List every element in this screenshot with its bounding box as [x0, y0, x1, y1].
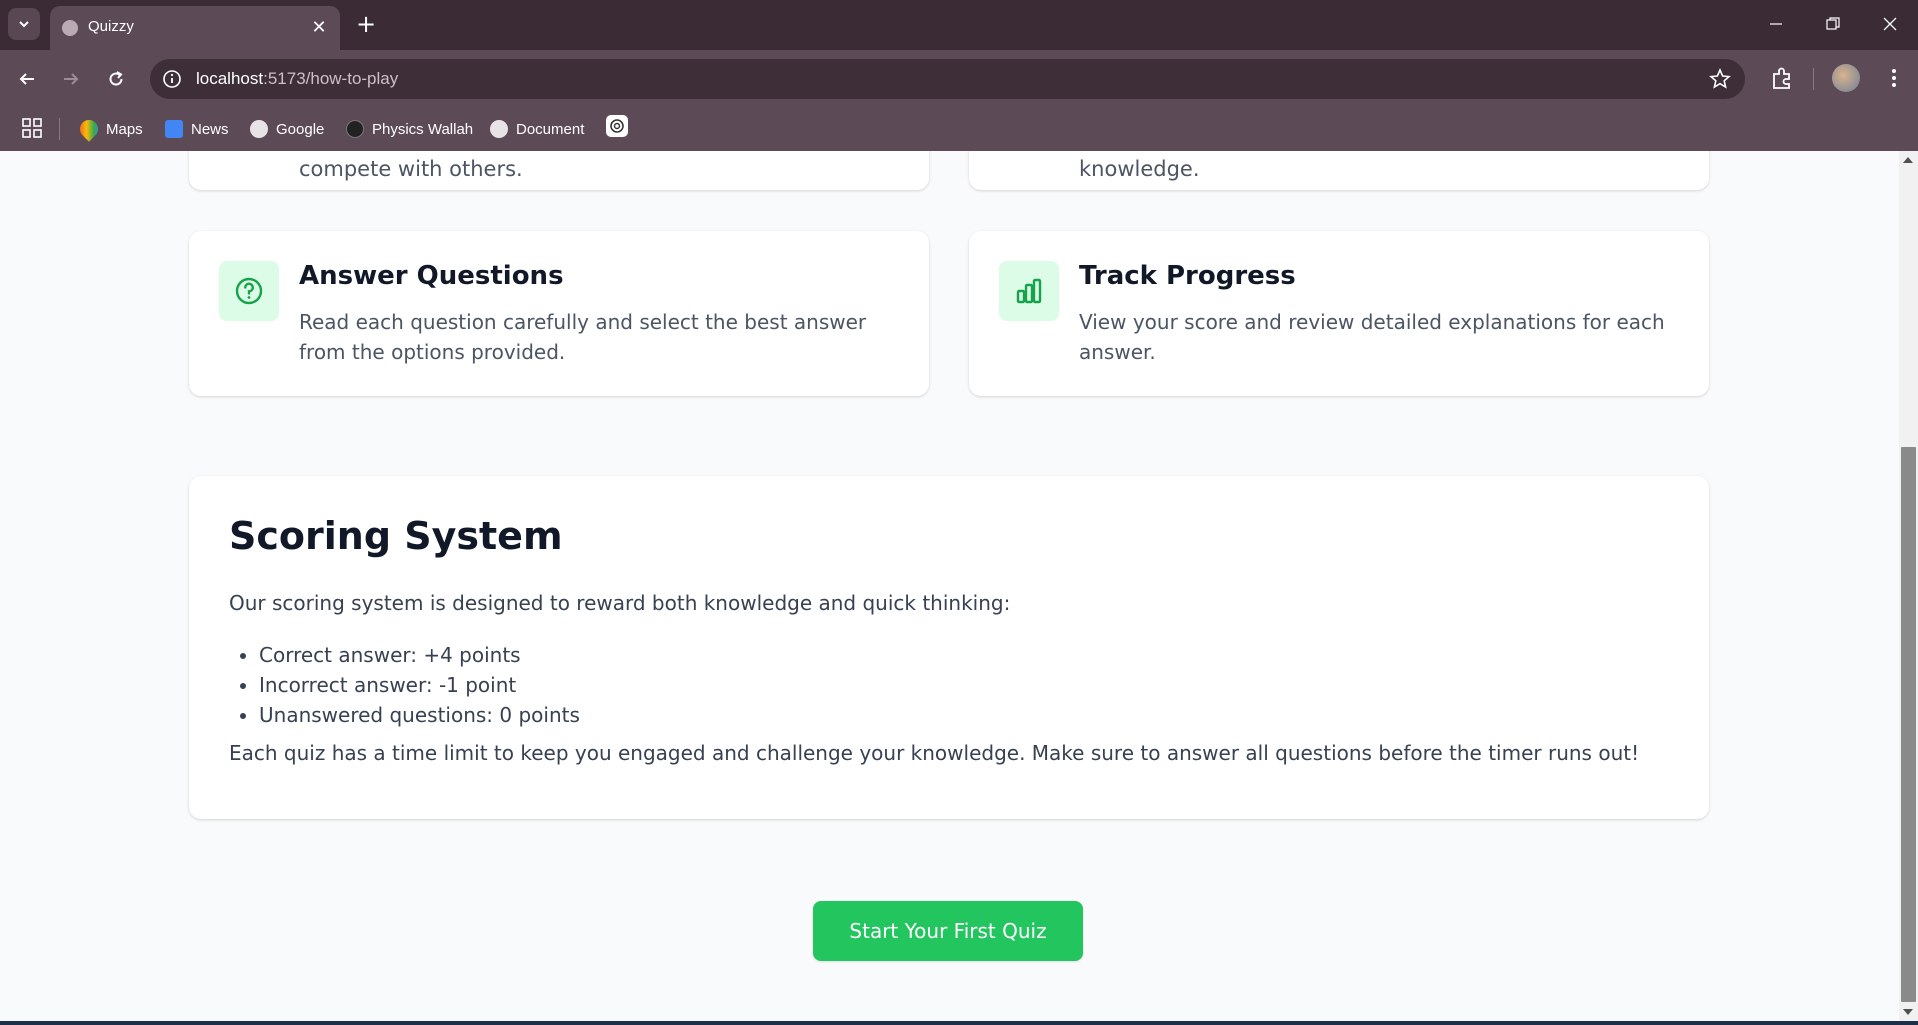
tab-search-button[interactable]	[8, 8, 40, 40]
scoring-rule: Correct answer: +4 points	[259, 640, 580, 670]
scoring-rule: Incorrect answer: -1 point	[259, 670, 580, 700]
step-icon-box	[999, 261, 1059, 321]
bookmark-document[interactable]: Document	[490, 117, 584, 141]
bookmark-label: Maps	[106, 120, 143, 138]
question-circle-icon	[235, 277, 263, 305]
site-info-icon[interactable]	[162, 69, 182, 89]
step-card-answer-questions: Answer Questions Read each question care…	[189, 231, 929, 396]
url-host: localhost	[196, 69, 264, 88]
page-viewport: compete with others. knowledge. Answer Q…	[0, 151, 1899, 1021]
bookmark-maps[interactable]: Maps	[76, 116, 143, 142]
tab-quizzy[interactable]: Quizzy ✕	[50, 6, 340, 50]
card-description: compete with others.	[299, 157, 523, 181]
url-text: localhost:5173/how-to-play	[196, 69, 398, 89]
arrow-left-icon	[19, 73, 34, 85]
browser-chrome: Quizzy ✕ + localhost:5173/how-to-play Ma…	[0, 0, 1918, 151]
globe-icon	[250, 120, 268, 138]
step-title: Track Progress	[1079, 261, 1296, 291]
maps-icon	[76, 116, 102, 142]
scoring-intro: Our scoring system is designed to reward…	[229, 591, 1011, 615]
bookmark-label: Google	[276, 120, 325, 138]
new-tab-button[interactable]: +	[352, 10, 380, 38]
feature-card-partial: compete with others.	[189, 151, 929, 190]
tab-title: Quizzy	[88, 18, 134, 35]
bookmark-google[interactable]: Google	[250, 117, 324, 141]
scrollbar-thumb[interactable]	[1901, 447, 1916, 1002]
step-icon-box	[219, 261, 279, 321]
globe-icon	[62, 20, 78, 36]
bookmark-label: Document	[516, 120, 585, 138]
minimize-button[interactable]	[1748, 0, 1804, 48]
back-button[interactable]	[12, 64, 42, 94]
apps-grid-icon[interactable]	[20, 116, 44, 140]
toolbar-divider	[1813, 68, 1814, 90]
restore-icon	[1826, 17, 1840, 30]
physics-wallah-icon	[346, 120, 364, 138]
globe-icon	[490, 120, 508, 138]
url-path: :5173/how-to-play	[263, 69, 399, 88]
scoring-rules-list: Correct answer: +4 points Incorrect answ…	[259, 640, 580, 730]
chevron-down-icon	[19, 21, 29, 28]
browser-menu-button[interactable]	[1880, 64, 1908, 92]
start-first-quiz-button[interactable]: Start Your First Quiz	[813, 901, 1083, 961]
bookmark-physics-wallah[interactable]: Physics Wallah	[346, 117, 473, 141]
step-title: Answer Questions	[299, 261, 564, 291]
chatgpt-bookmark-icon[interactable]	[606, 115, 628, 137]
scoring-system-card: Scoring System Our scoring system is des…	[189, 476, 1709, 819]
scroll-up-arrow-icon[interactable]	[1903, 157, 1913, 163]
address-bar[interactable]: localhost:5173/how-to-play	[150, 59, 1745, 99]
arrow-right-icon	[64, 73, 79, 85]
bar-chart-icon	[1016, 278, 1042, 304]
page-scrollbar[interactable]	[1899, 151, 1918, 1021]
step-description: View your score and review detailed expl…	[1079, 310, 1665, 364]
scroll-down-arrow-icon[interactable]	[1903, 1009, 1913, 1015]
close-icon[interactable]: ✕	[308, 16, 330, 38]
section-title: Scoring System	[229, 514, 563, 558]
reload-button[interactable]	[101, 64, 131, 94]
tab-strip: Quizzy ✕ +	[0, 0, 1918, 50]
bookmark-label: Physics Wallah	[372, 120, 474, 138]
desktop-taskbar-edge	[0, 1021, 1918, 1025]
scoring-footer: Each quiz has a time limit to keep you e…	[229, 741, 1640, 765]
scoring-rule: Unanswered questions: 0 points	[259, 700, 580, 730]
feature-card-partial: knowledge.	[969, 151, 1709, 190]
kebab-menu-icon	[1892, 69, 1896, 87]
minimize-icon	[1770, 23, 1782, 25]
bookmarks-divider	[59, 118, 60, 140]
forward-button[interactable]	[56, 64, 86, 94]
step-description: Read each question carefully and select …	[299, 310, 867, 364]
browser-toolbar: localhost:5173/how-to-play	[0, 50, 1918, 108]
extensions-icon[interactable]	[1768, 64, 1796, 92]
bookmark-star-icon[interactable]	[1709, 68, 1731, 90]
chatgpt-icon	[610, 119, 624, 133]
step-card-track-progress: Track Progress View your score and revie…	[969, 231, 1709, 396]
news-icon	[165, 120, 183, 138]
close-icon	[1883, 17, 1897, 31]
restore-button[interactable]	[1805, 0, 1861, 48]
bookmark-label: News	[191, 120, 229, 138]
window-close-button[interactable]	[1862, 0, 1918, 48]
bookmarks-bar: Maps News Google Physics Wallah Document	[0, 108, 1918, 151]
bookmark-news[interactable]: News	[165, 117, 229, 141]
reload-icon	[109, 71, 123, 86]
card-description: knowledge.	[1079, 157, 1200, 181]
profile-avatar[interactable]	[1832, 64, 1860, 92]
